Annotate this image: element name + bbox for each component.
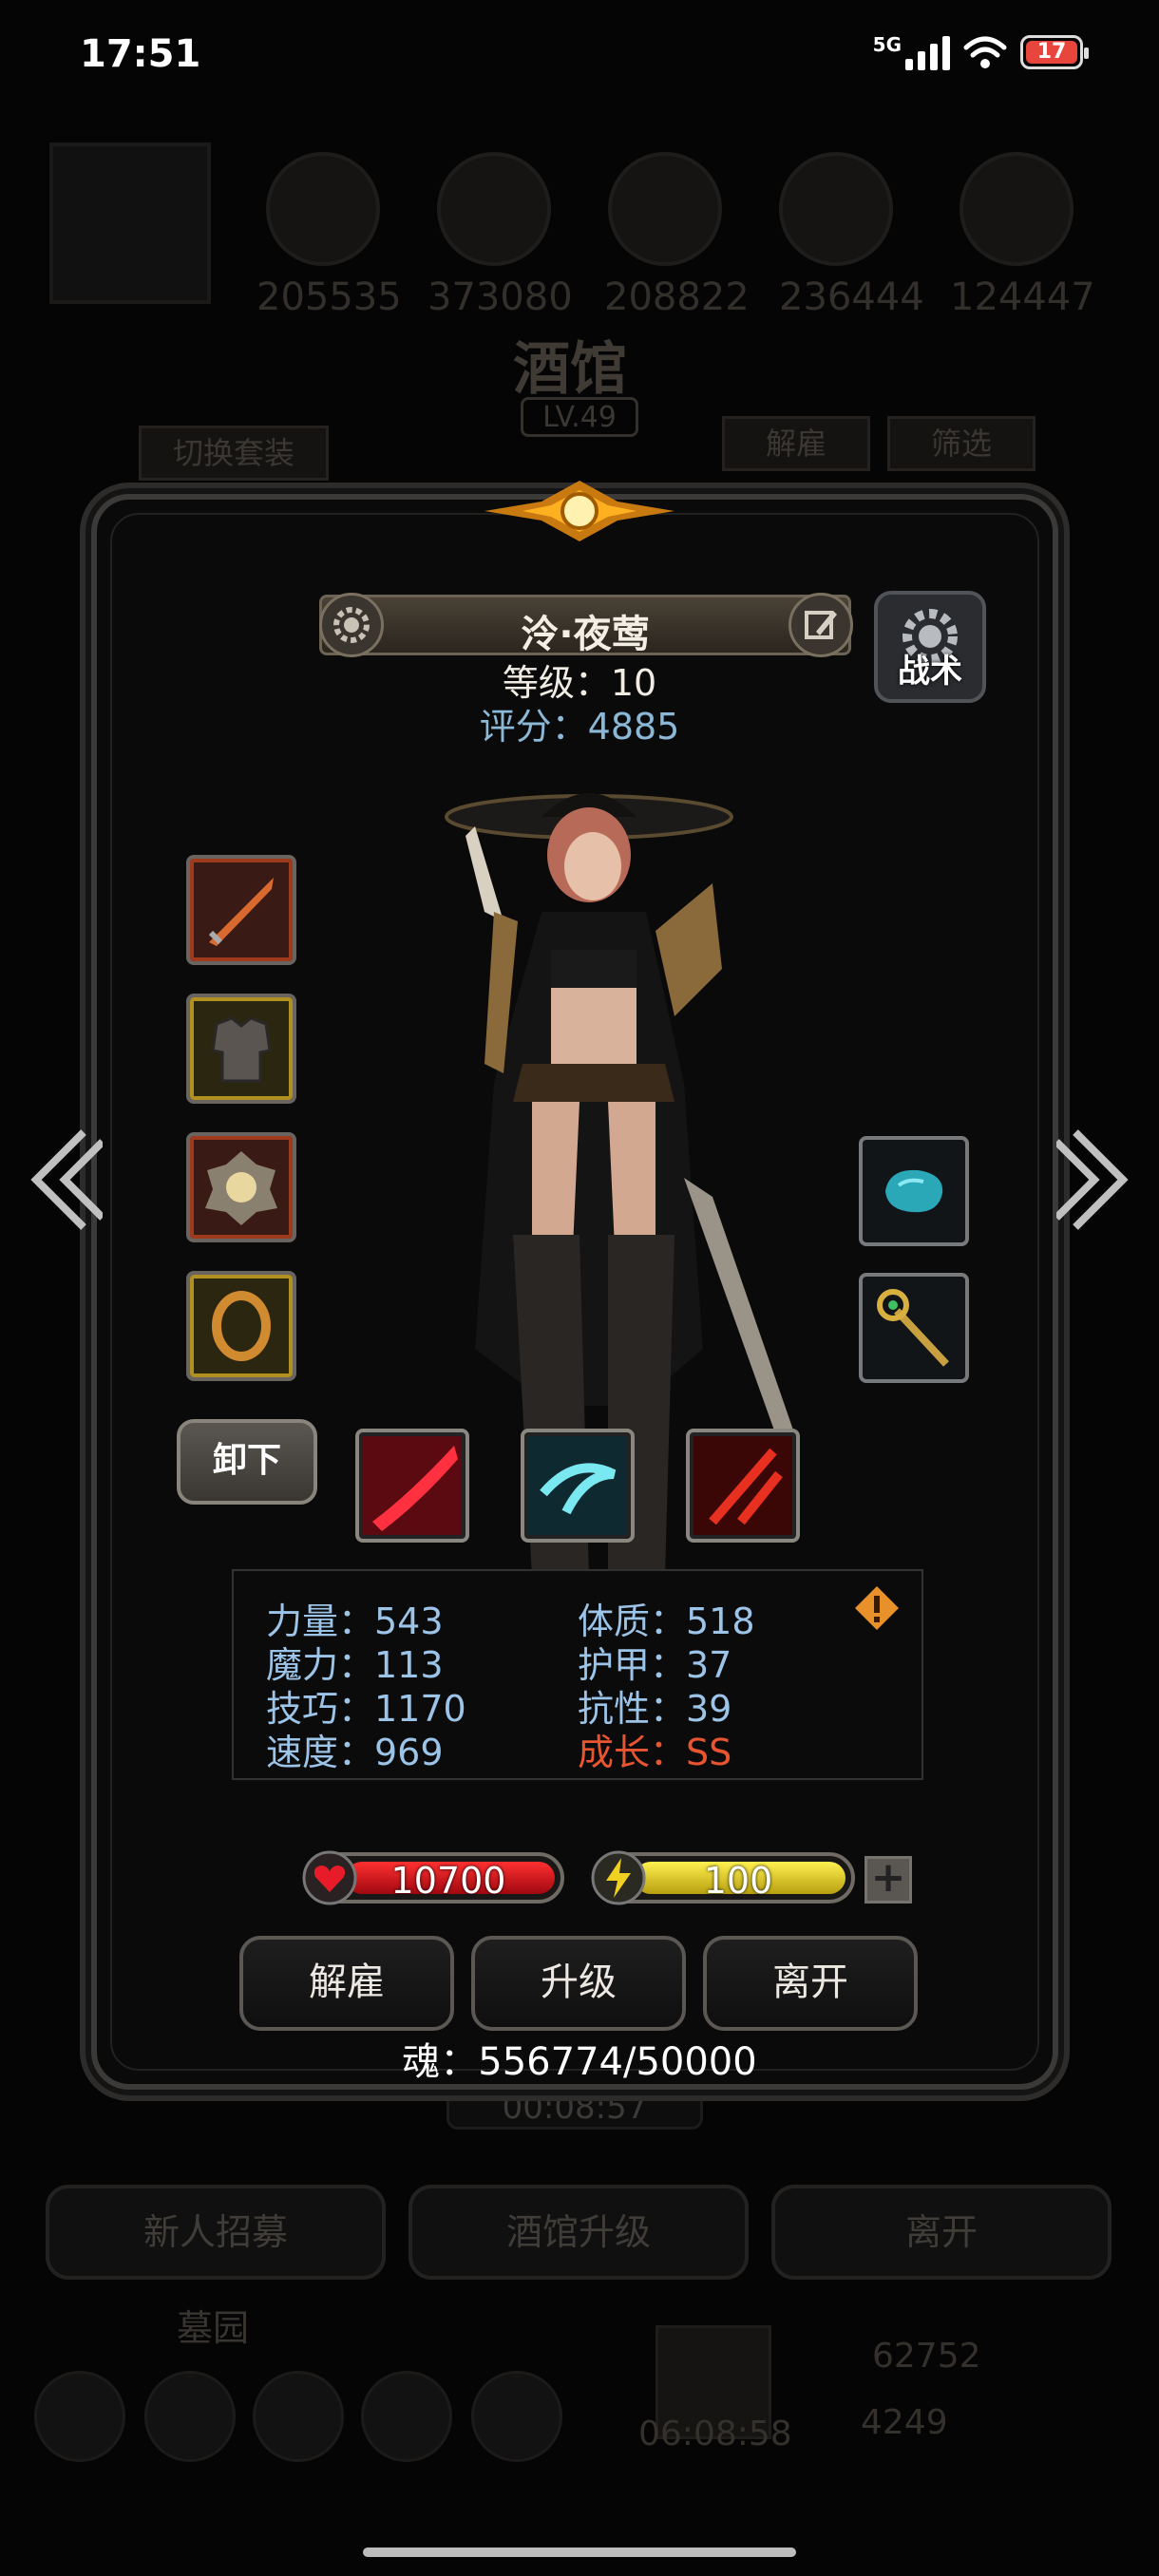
skill-slot-1[interactable] [355,1429,469,1543]
status-time: 17:51 [80,32,201,76]
amulet-slot[interactable] [186,1132,296,1242]
dismiss-tab-button[interactable]: 解雇 [722,416,870,471]
ring-icon [212,1291,271,1361]
energy-value: 100 [703,1860,773,1902]
edit-icon [805,611,837,639]
recruit-timer: 00:08:57 [446,2086,703,2130]
hp-value: 10700 [390,1860,506,1902]
amulet-icon [205,1151,277,1225]
previous-hero-arrow-icon[interactable] [17,1123,103,1237]
battery-icon: 17 [1020,35,1089,69]
staff-icon [877,1289,949,1367]
resource-icon [437,152,551,266]
status-icons: 5G 17 [872,33,1089,70]
stat-growth: 成长：SS [578,1732,732,1773]
menu-icon[interactable] [34,2371,125,2462]
recruit-button[interactable]: 新人招募 [46,2185,386,2280]
tavern-title: 酒馆 [513,336,627,403]
menu-icon[interactable] [144,2371,236,2462]
gem-stone-icon [885,1169,943,1213]
weapon-slot[interactable] [186,855,296,965]
resource-icon [779,152,893,266]
leave-button[interactable]: 离开 [703,1936,918,2031]
tavern-leave-button[interactable]: 离开 [771,2185,1112,2280]
staff-slot[interactable] [859,1273,969,1383]
soul-counter: 魂：556774/50000 [402,2040,757,2084]
panel-emblem-icon [484,481,674,541]
rename-button[interactable] [788,593,853,657]
stat-speed: 速度：969 [266,1732,444,1773]
warning-info-icon[interactable] [853,1584,901,1632]
gem-slot[interactable] [859,1136,969,1246]
resource-icon [266,152,380,266]
tavern-upgrade-button[interactable]: 酒馆升级 [408,2185,749,2280]
hero-name-bar: 泠·夜莺 [319,595,851,656]
add-energy-button[interactable]: + [864,1856,912,1904]
resource-icon [608,152,722,266]
home-indicator[interactable] [363,2548,796,2557]
tavern-level: LV.49 [521,397,638,437]
tactics-label: 战术 [898,653,962,691]
menu-icon[interactable] [471,2371,562,2462]
armor-slot[interactable] [186,994,296,1104]
switch-outfit-button[interactable]: 切换套装 [139,426,329,481]
sword-icon [208,878,274,946]
status-bar: 17:51 5G 17 [0,0,1159,114]
hero-score: 评分：4885 [479,706,680,748]
blade-skill-icon [694,1436,792,1535]
unequip-button[interactable]: 卸下 [177,1419,317,1505]
upgrade-button[interactable]: 升级 [471,1936,686,2031]
filter-tab-button[interactable]: 筛选 [887,416,1036,471]
skill-slot-2[interactable] [521,1429,635,1543]
tactics-button[interactable]: 战术 [874,591,986,703]
ring-slot[interactable] [186,1271,296,1381]
resource-value: 124447 [950,275,1095,319]
resource-value: 373080 [428,275,573,319]
gold-amount: 62752 [872,2337,981,2376]
hero-name: 泠·夜莺 [521,613,650,656]
player-avatar[interactable] [49,142,211,304]
menu-icon[interactable] [253,2371,344,2462]
wind-skill-icon [528,1436,627,1535]
resource-value: 208822 [604,275,750,319]
cellular-signal-icon [905,34,950,70]
gift-timer: 06:08:58 [638,2415,792,2453]
resource-value: 205535 [256,275,402,319]
menu-icon[interactable] [361,2371,452,2462]
gem-amount: 4249 [861,2403,948,2442]
skill-slot-3[interactable] [686,1429,800,1543]
hero-badge-button[interactable] [319,593,384,657]
chest-armor-icon [211,1016,272,1083]
hp-bar: 10700 [302,1850,564,1905]
wifi-icon [963,36,1007,68]
next-hero-arrow-icon[interactable] [1056,1123,1142,1237]
resource-icon [960,152,1074,266]
resource-value: 236444 [779,275,924,319]
energy-bar: 100 [591,1850,855,1905]
gear-badge-icon [333,607,370,643]
dismiss-button[interactable]: 解雇 [239,1936,454,2031]
battery-level: 17 [1026,41,1077,64]
network-type: 5G [872,33,902,56]
slash-skill-icon [363,1436,462,1535]
guild-label: 墓园 [177,2307,250,2349]
